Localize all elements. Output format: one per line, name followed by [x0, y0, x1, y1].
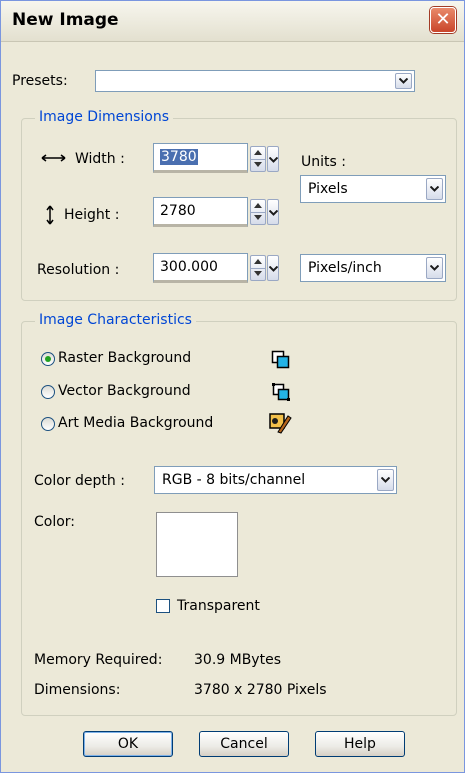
- arrow-up-icon: [254, 150, 262, 155]
- dimensions-label: Dimensions:: [34, 682, 121, 698]
- height-input[interactable]: 2780: [153, 197, 248, 227]
- chevron-down-icon: [430, 265, 439, 271]
- resolution-input[interactable]: 300.000: [153, 253, 248, 283]
- chevron-down-icon: [269, 210, 278, 216]
- width-spinner[interactable]: [250, 146, 266, 172]
- chevron-down-icon: [381, 477, 390, 483]
- window-title: New Image: [12, 10, 119, 30]
- width-spin-down[interactable]: [251, 159, 265, 171]
- color-depth-label: Color depth :: [34, 473, 125, 489]
- memory-required-value: 30.9 MBytes: [194, 652, 281, 668]
- cancel-button[interactable]: Cancel: [199, 731, 289, 757]
- units-dropdown-button[interactable]: [426, 178, 443, 200]
- width-menu-button[interactable]: [267, 146, 279, 172]
- art-media-background-radio[interactable]: [41, 417, 55, 431]
- units-dropdown[interactable]: Pixels: [300, 175, 446, 203]
- resolution-units-value: Pixels/inch: [308, 260, 382, 276]
- vector-layer-icon: [272, 383, 290, 401]
- art-media-background-label: Art Media Background: [58, 415, 214, 431]
- image-characteristics-legend: Image Characteristics: [35, 312, 196, 328]
- height-spinner[interactable]: [250, 199, 266, 225]
- memory-required-label: Memory Required:: [34, 652, 163, 668]
- raster-background-label: Raster Background: [58, 350, 192, 366]
- units-value: Pixels: [308, 181, 348, 197]
- chevron-down-icon: [269, 157, 278, 163]
- color-depth-dropdown-button[interactable]: [377, 469, 394, 491]
- height-spin-down[interactable]: [251, 212, 265, 224]
- ok-button[interactable]: OK: [83, 731, 173, 757]
- vector-background-radio[interactable]: [41, 385, 55, 399]
- arrow-down-icon: [254, 215, 262, 220]
- raster-background-radio[interactable]: [41, 352, 55, 366]
- resolution-units-dropdown[interactable]: Pixels/inch: [300, 254, 446, 282]
- arrow-down-icon: [254, 271, 262, 276]
- presets-label: Presets:: [12, 73, 68, 89]
- color-depth-value: RGB - 8 bits/channel: [162, 472, 306, 488]
- chevron-down-icon: [399, 78, 408, 84]
- image-dimensions-legend: Image Dimensions: [35, 109, 174, 125]
- dimensions-value: 3780 x 2780 Pixels: [194, 682, 327, 698]
- raster-layer-icon: [271, 350, 290, 369]
- color-depth-dropdown[interactable]: RGB - 8 bits/channel: [154, 466, 397, 494]
- arrow-down-icon: [254, 162, 262, 167]
- arrow-up-icon: [254, 203, 262, 208]
- title-bar: New Image ✕: [1, 1, 464, 42]
- close-icon: ✕: [435, 9, 451, 30]
- resolution-units-dropdown-button[interactable]: [426, 257, 443, 279]
- units-label: Units :: [301, 154, 346, 170]
- chevron-down-icon: [430, 186, 439, 192]
- transparent-checkbox[interactable]: [156, 599, 170, 613]
- width-input[interactable]: 3780: [153, 143, 248, 173]
- resolution-spinner[interactable]: [250, 255, 266, 281]
- resolution-value: 300.000: [160, 259, 218, 275]
- chevron-down-icon: [269, 266, 278, 272]
- art-media-layer-icon: [269, 413, 292, 434]
- height-menu-button[interactable]: [267, 199, 279, 225]
- vector-background-label: Vector Background: [58, 383, 191, 399]
- width-value: 3780: [160, 149, 198, 165]
- help-button[interactable]: Help: [315, 731, 405, 757]
- height-value: 2780: [160, 203, 196, 219]
- presets-dropdown-button[interactable]: [395, 73, 412, 89]
- height-arrows-icon: [46, 205, 54, 225]
- width-arrows-icon: [41, 154, 66, 162]
- presets-dropdown[interactable]: [95, 70, 415, 92]
- resolution-menu-button[interactable]: [267, 255, 279, 281]
- arrow-up-icon: [254, 259, 262, 264]
- new-image-dialog: New Image ✕ Presets: Image Dimensions Wi…: [0, 0, 465, 773]
- width-label: Width :: [75, 151, 125, 167]
- close-button[interactable]: ✕: [430, 7, 456, 33]
- resolution-spin-down[interactable]: [251, 268, 265, 280]
- transparent-label: Transparent: [177, 598, 260, 614]
- height-label: Height :: [64, 207, 120, 223]
- color-swatch[interactable]: [156, 512, 238, 577]
- color-label: Color:: [34, 514, 76, 530]
- resolution-label: Resolution :: [37, 262, 120, 278]
